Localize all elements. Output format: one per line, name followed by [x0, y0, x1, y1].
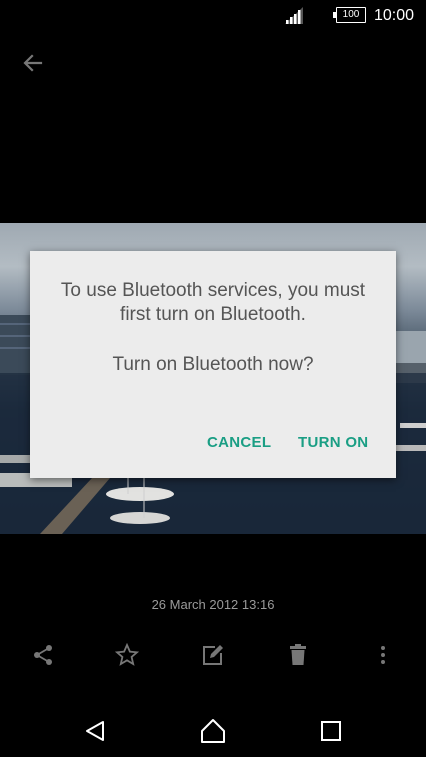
clock: 10:00 — [374, 7, 415, 24]
home-icon[interactable] — [198, 716, 228, 746]
turn-on-button[interactable]: TURN ON — [298, 431, 368, 455]
battery-icon: 100 — [333, 7, 366, 23]
battery-level: 100 — [342, 9, 360, 20]
bluetooth-dialog: To use Bluetooth services, you must firs… — [30, 251, 396, 478]
status-bar: 100 10:00 — [0, 0, 426, 32]
photo-action-bar — [0, 640, 426, 670]
navigation-bar — [0, 706, 426, 756]
edit-icon[interactable] — [198, 640, 228, 670]
share-icon[interactable] — [28, 640, 58, 670]
signal-icon — [285, 7, 303, 24]
recents-icon[interactable] — [316, 716, 346, 746]
dialog-question: Turn on Bluetooth now? — [112, 354, 314, 375]
more-icon[interactable] — [368, 640, 398, 670]
dialog-message: To use Bluetooth services, you must firs… — [60, 280, 366, 325]
back-icon[interactable] — [80, 716, 110, 746]
delete-icon[interactable] — [283, 640, 313, 670]
star-icon[interactable] — [112, 640, 142, 670]
photo-date: 26 March 2012 13:16 — [151, 597, 275, 612]
cancel-button[interactable]: CANCEL — [207, 431, 271, 455]
arrow-left-icon[interactable] — [20, 50, 46, 76]
